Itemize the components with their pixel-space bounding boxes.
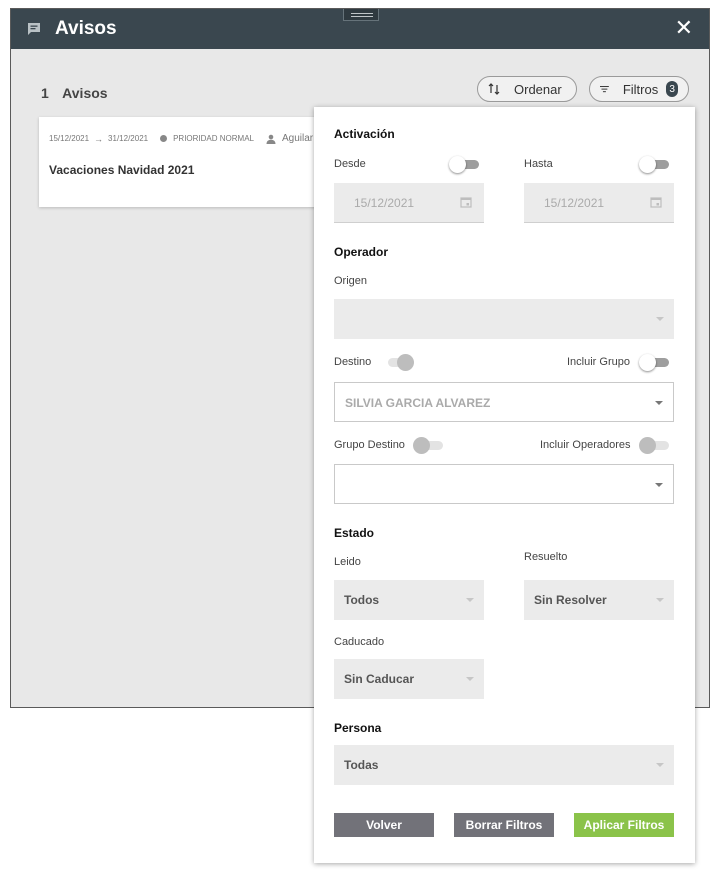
origin-select[interactable] — [334, 299, 674, 339]
filters-panel: Activación Desde Hasta 15/12/2021 15/12/… — [314, 107, 695, 863]
origin-label: Origen — [334, 275, 368, 287]
from-label: Desde — [334, 158, 366, 170]
expired-label: Caducado — [334, 636, 385, 648]
chevron-down-icon — [656, 598, 664, 602]
calendar-icon — [650, 197, 662, 208]
activation-section-title: Activación — [334, 127, 395, 141]
chevron-down-icon — [656, 317, 664, 321]
filters-button[interactable]: Filtros 3 — [589, 76, 689, 102]
include-group-label: Incluir Grupo — [567, 356, 630, 368]
calendar-icon — [460, 197, 472, 208]
chevron-down-icon — [656, 763, 664, 767]
list-item-meta: 15/12/2021 → 31/12/2021 PRIORIDAD NORMAL… — [49, 133, 313, 144]
resolved-select[interactable]: Sin Resolver — [524, 580, 674, 620]
read-value: Todos — [344, 593, 380, 607]
from-date-field[interactable]: 15/12/2021 — [334, 183, 484, 223]
list-item[interactable]: 15/12/2021 → 31/12/2021 PRIORIDAD NORMAL… — [39, 117, 329, 207]
destination-group-label: Grupo Destino — [334, 439, 405, 451]
expired-value: Sin Caducar — [344, 672, 415, 686]
person-select[interactable]: Todas — [334, 745, 674, 785]
include-operators-toggle[interactable] — [639, 437, 671, 454]
filters-count-badge: 3 — [666, 81, 678, 97]
chevron-down-icon — [466, 677, 474, 681]
destination-select[interactable]: SILVIA GARCIA ALVAREZ — [334, 382, 674, 422]
person-icon — [266, 134, 276, 144]
resolved-label: Resuelto — [524, 551, 568, 563]
from-toggle[interactable] — [449, 156, 481, 173]
to-date-value: 15/12/2021 — [544, 196, 605, 210]
to-toggle[interactable] — [639, 156, 671, 173]
filter-icon — [600, 86, 609, 93]
operator-section-title: Operador — [334, 245, 389, 259]
date-to: 31/12/2021 — [108, 134, 149, 143]
list-item-person: Aguilar — [266, 133, 313, 144]
destination-label: Destino — [334, 356, 372, 368]
results-count: 1 Avisos — [41, 85, 108, 101]
order-button[interactable]: Ordenar — [477, 76, 577, 102]
include-operators-label: Incluir Operadores — [540, 439, 631, 451]
results-count-number: 1 — [41, 85, 49, 101]
arrow-right-icon: → — [94, 133, 104, 144]
filters-button-label: Filtros — [622, 81, 659, 97]
read-label: Leido — [334, 556, 361, 568]
destination-group-select[interactable] — [334, 464, 674, 504]
destination-group-toggle[interactable] — [413, 437, 445, 454]
person-name: Aguilar — [282, 133, 314, 144]
date-from: 15/12/2021 — [49, 134, 90, 143]
sort-icon — [488, 83, 500, 95]
to-label: Hasta — [524, 158, 553, 170]
drag-handle[interactable] — [343, 9, 379, 21]
results-count-label: Avisos — [62, 85, 108, 101]
apply-filters-button[interactable]: Aplicar Filtros — [574, 813, 674, 837]
resolved-value: Sin Resolver — [534, 593, 607, 607]
list-item-title: Vacaciones Navidad 2021 — [49, 163, 195, 177]
clear-filters-button[interactable]: Borrar Filtros — [454, 813, 554, 837]
include-group-toggle[interactable] — [639, 354, 671, 371]
read-select[interactable]: Todos — [334, 580, 484, 620]
priority-dot-icon — [160, 135, 168, 142]
expired-select[interactable]: Sin Caducar — [334, 659, 484, 699]
chevron-down-icon — [655, 483, 663, 487]
person-section-title: Persona — [334, 721, 382, 735]
destination-value: SILVIA GARCIA ALVAREZ — [345, 396, 491, 410]
person-value: Todas — [344, 758, 379, 772]
from-date-value: 15/12/2021 — [354, 196, 415, 210]
chevron-down-icon — [466, 598, 474, 602]
destination-toggle[interactable] — [384, 354, 416, 371]
window-title: Avisos — [55, 18, 117, 39]
chevron-down-icon — [655, 401, 663, 405]
priority-label: PRIORIDAD NORMAL — [173, 134, 254, 143]
state-section-title: Estado — [334, 526, 375, 540]
message-icon — [28, 23, 40, 35]
back-button[interactable]: Volver — [334, 813, 434, 837]
close-icon[interactable]: ✕ — [675, 17, 693, 39]
order-button-label: Ordenar — [514, 81, 562, 97]
to-date-field[interactable]: 15/12/2021 — [524, 183, 674, 223]
